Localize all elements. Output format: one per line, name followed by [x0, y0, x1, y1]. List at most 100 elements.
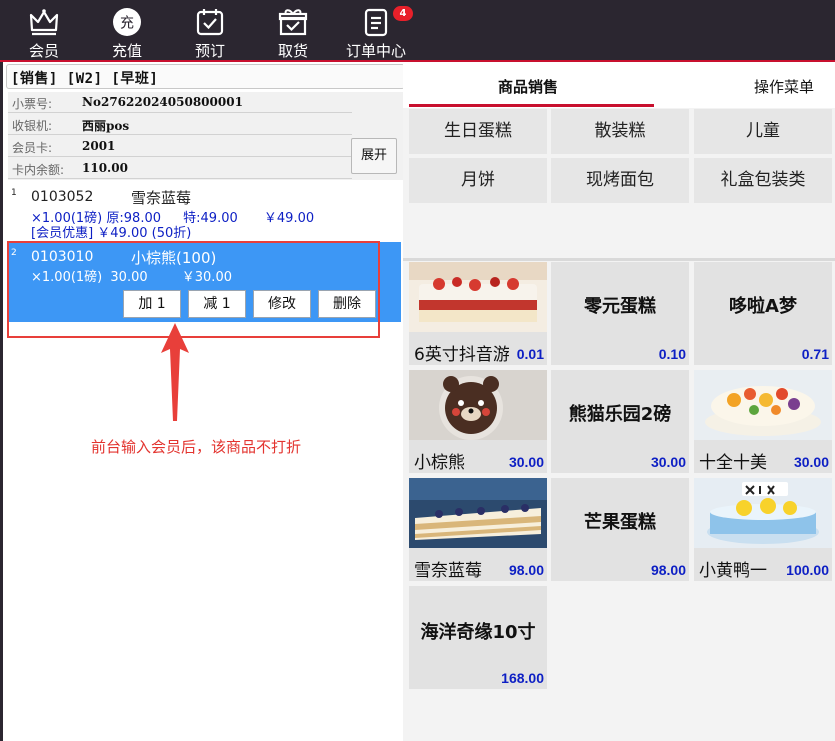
product-name: 哆啦A梦	[729, 296, 797, 317]
category-gift-box[interactable]: 礼盒包装类	[694, 158, 832, 203]
add-one-button[interactable]: 加 1	[123, 290, 181, 318]
product-price: 0.71	[801, 346, 829, 362]
product-price: 30.00	[793, 454, 829, 470]
cashier-label: 收银机:	[12, 119, 53, 133]
tab-operation-menu[interactable]: 操作菜单	[754, 76, 814, 97]
toolbar-pickup-label: 取货	[277, 42, 308, 60]
toolbar-reserve-button[interactable]: 预订	[175, 0, 245, 60]
receipt-info: 小票号: No27622024050800001 收银机: 西丽pos 会员卡:…	[8, 92, 403, 180]
category-kids[interactable]: 儿童	[694, 109, 832, 154]
receipt-value: No27622024050800001	[82, 95, 243, 109]
blueberry-cake-photo-icon	[409, 478, 547, 548]
member-row: 会员卡: 2001	[8, 136, 352, 157]
product-tile[interactable]: 芒果蛋糕 98.00	[551, 478, 689, 581]
order-line-selected[interactable]: 2 0103010 小棕熊(100) ×1.00(1磅) 30.00 ￥30.0…	[9, 242, 401, 322]
line-promo: [会员优惠] ￥49.00 (50折)	[31, 226, 192, 241]
product-tile[interactable]: 十全十美 30.00	[694, 370, 832, 473]
product-name: 熊猫乐园2磅	[568, 404, 672, 425]
product-price: 168.00	[501, 670, 544, 686]
balance-row: 卡内余额: 110.00	[8, 158, 352, 179]
expand-button[interactable]: 展开	[351, 138, 397, 174]
top-toolbar: 会员 充 充值 预订 取货 订单中心 4	[0, 0, 835, 62]
recharge-icon-glyph: 充	[120, 16, 134, 32]
order-line-list: 1 0103052 雪奈蓝莓 ×1.00(1磅) 原:98.00 特:49.00…	[6, 182, 404, 741]
line-amount: ￥30.00	[181, 270, 232, 285]
category-bulk-cake[interactable]: 散装糕	[551, 109, 689, 154]
member-value: 2001	[82, 139, 116, 153]
product-price: 0.01	[516, 346, 544, 362]
product-tile[interactable]: 小棕熊 30.00	[409, 370, 547, 473]
line-name: 小棕熊(100)	[131, 249, 217, 267]
product-tile[interactable]: 6英寸抖音游 0.01	[409, 262, 547, 365]
line-index: 1	[11, 188, 17, 198]
balance-value: 110.00	[82, 161, 128, 175]
line-amount: ￥49.00	[263, 211, 315, 226]
member-label: 会员卡:	[12, 141, 53, 155]
mode-header: [销售] [W2] [早班]	[6, 64, 405, 89]
active-tab-indicator	[409, 104, 654, 107]
toolbar-member-label: 会员	[28, 42, 59, 60]
toolbar-member-button[interactable]: 会员	[9, 0, 79, 60]
cake-photo-icon	[409, 262, 547, 332]
toolbar-recharge-label: 充值	[111, 42, 142, 60]
line-price: 30.00	[110, 270, 148, 285]
cashier-value: 西丽pos	[82, 119, 130, 133]
subtract-one-button[interactable]: 减 1	[188, 290, 246, 318]
balance-label: 卡内余额:	[12, 163, 65, 177]
line-index: 2	[11, 248, 17, 258]
crown-icon	[29, 9, 59, 36]
toolbar-order-center-label: 订单中心	[345, 42, 406, 60]
product-price: 98.00	[508, 562, 544, 578]
order-count-badge: 4	[393, 6, 413, 21]
line-special-price: 特:49.00	[183, 211, 238, 226]
category-mooncake[interactable]: 月饼	[409, 158, 547, 203]
toolbar-reserve-label: 预订	[194, 42, 225, 60]
product-name: 小黄鸭一	[699, 561, 767, 581]
tab-product-sales[interactable]: 商品销售	[498, 76, 558, 97]
bear-cake-photo-icon	[409, 370, 547, 440]
product-name: 十全十美	[699, 453, 767, 473]
product-price: 0.10	[658, 346, 686, 362]
product-name: 芒果蛋糕	[584, 512, 656, 533]
line-detail: ×1.00(1磅) 30.00 ￥30.00	[31, 266, 232, 285]
order-line[interactable]: 1 0103052 雪奈蓝莓 ×1.00(1磅) 原:98.00 特:49.00…	[9, 182, 401, 241]
product-panel: 商品销售 操作菜单 生日蛋糕 散装糕 儿童 月饼 现烤面包 礼盒包装类 6英寸抖…	[403, 62, 835, 741]
receipt-label: 小票号:	[12, 97, 53, 111]
order-panel: [销售] [W2] [早班] 小票号: No27622024050800001 …	[0, 62, 405, 741]
product-price: 100.00	[786, 562, 829, 578]
toolbar-pickup-button[interactable]: 取货	[258, 0, 328, 60]
toolbar-recharge-button[interactable]: 充 充值	[92, 0, 162, 60]
product-tile[interactable]: 零元蛋糕 0.10	[551, 262, 689, 365]
edit-button[interactable]: 修改	[253, 290, 311, 318]
receipt-row: 小票号: No27622024050800001	[8, 92, 352, 113]
duck-cake-photo-icon	[694, 478, 832, 548]
product-name: 零元蛋糕	[584, 296, 656, 317]
recharge-icon: 充	[113, 8, 141, 36]
calendar-check-icon	[196, 9, 224, 36]
delete-button[interactable]: 删除	[318, 290, 376, 318]
product-tile[interactable]: 哆啦A梦 0.71	[694, 262, 832, 365]
panel-divider	[403, 258, 835, 261]
product-price: 30.00	[650, 454, 686, 470]
product-price: 30.00	[508, 454, 544, 470]
product-name: 6英寸抖音游	[414, 345, 509, 365]
tab-bar: 商品销售 操作菜单	[403, 62, 835, 108]
product-name: 小棕熊	[414, 453, 465, 473]
gift-box-icon	[278, 9, 308, 36]
line-code: 0103052	[31, 189, 94, 205]
line-qty: ×1.00(1磅)	[31, 270, 103, 285]
product-price: 98.00	[650, 562, 686, 578]
category-fresh-bread[interactable]: 现烤面包	[551, 158, 689, 203]
product-tile[interactable]: 雪奈蓝莓 98.00	[409, 478, 547, 581]
fruit-cake-photo-icon	[694, 370, 832, 440]
line-name: 雪奈蓝莓	[131, 189, 192, 207]
category-birthday-cake[interactable]: 生日蛋糕	[409, 109, 547, 154]
order-list-icon	[364, 8, 388, 37]
annotation-arrow-icon	[161, 323, 189, 421]
product-tile[interactable]: 小黄鸭一 100.00	[694, 478, 832, 581]
annotation-note: 前台输入会员后，该商品不打折	[91, 438, 302, 456]
product-tile[interactable]: 熊猫乐园2磅 30.00	[551, 370, 689, 473]
product-name: 雪奈蓝莓	[414, 561, 482, 581]
product-tile[interactable]: 海洋奇缘10寸 168.00	[409, 586, 547, 689]
line-code: 0103010	[31, 249, 94, 265]
